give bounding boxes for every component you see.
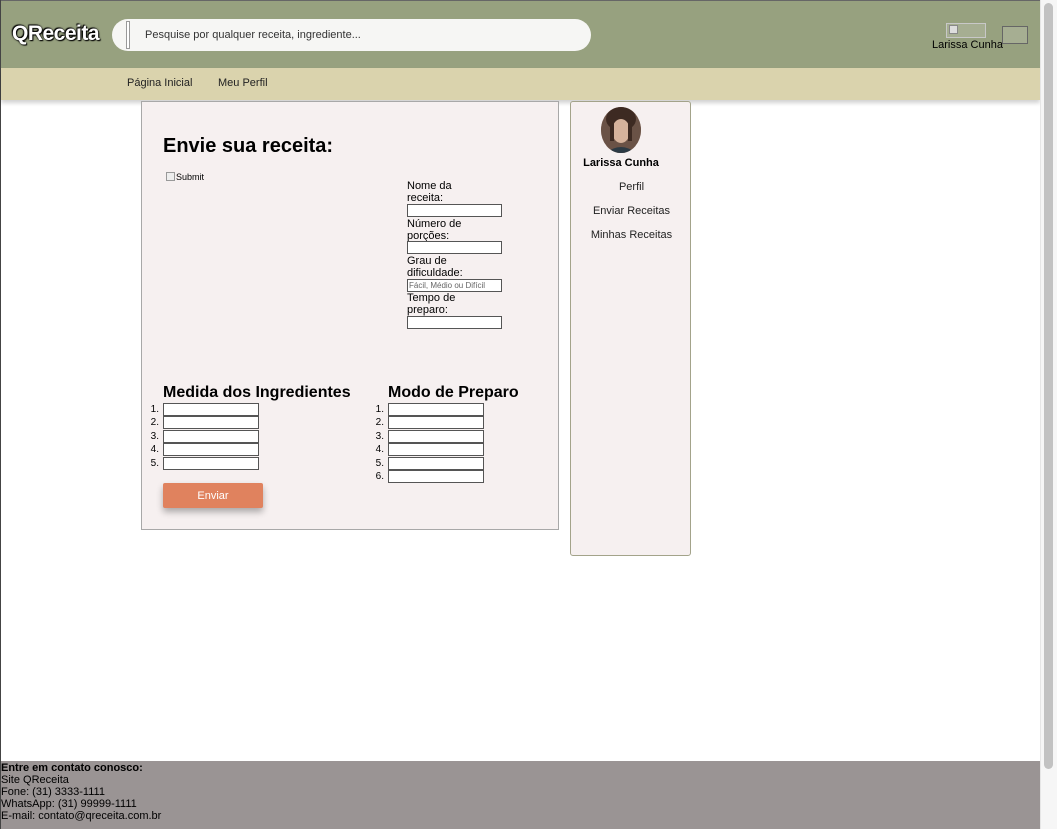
step-input[interactable]	[388, 443, 484, 456]
footer-email: E-mail: contato@qreceita.com.br	[1, 810, 162, 822]
prep-time-label: Tempo de preparo:	[407, 292, 456, 316]
list-number: 1.	[150, 404, 159, 415]
servings-input[interactable]	[407, 241, 502, 254]
footer-phone: Fone: (31) 3333-1111	[1, 786, 105, 798]
image-alt-text: Submit	[176, 172, 205, 182]
ingredient-input[interactable]	[163, 403, 259, 416]
profile-name: Larissa Cunha	[583, 157, 659, 169]
step-input[interactable]	[388, 470, 484, 483]
sidebar-link-my-recipes[interactable]: Minhas Receitas	[571, 229, 692, 241]
servings-label: Número de porções:	[407, 218, 462, 242]
profile-avatar[interactable]	[601, 107, 641, 153]
search-bar[interactable]	[112, 19, 591, 51]
broken-image-icon	[949, 25, 958, 34]
ingredient-input[interactable]	[163, 430, 259, 443]
list-number: 6.	[375, 471, 384, 482]
difficulty-label: Grau de dificuldade:	[407, 255, 463, 279]
step-input[interactable]	[388, 457, 484, 470]
site-logo[interactable]: QReceita	[12, 22, 100, 46]
footer-site: Site QReceita	[1, 774, 69, 786]
step-input[interactable]	[388, 403, 484, 416]
list-number: 3.	[150, 431, 159, 442]
ingredient-input[interactable]	[163, 443, 259, 456]
window-left-border	[0, 0, 1, 829]
list-number: 3.	[375, 431, 384, 442]
recipe-name-label: Nome da receita:	[407, 180, 452, 204]
scrollbar-thumb[interactable]	[1044, 3, 1053, 769]
list-number: 2.	[375, 417, 384, 428]
user-menu-button[interactable]	[1002, 26, 1028, 44]
form-title: Envie sua receita:	[163, 135, 334, 157]
prep-time-input[interactable]	[407, 316, 502, 329]
nav-link-profile[interactable]: Meu Perfil	[218, 77, 268, 89]
ingredient-input[interactable]	[163, 457, 259, 470]
nav-bar: Página Inicial Meu Perfil	[1, 68, 1040, 100]
profile-photo-icon	[601, 107, 641, 153]
sidebar-link-profile[interactable]: Perfil	[571, 181, 692, 193]
footer-whatsapp: WhatsApp: (31) 99999-1111	[1, 798, 137, 810]
recipe-image-upload[interactable]: Submit	[166, 172, 204, 182]
steps-title: Modo de Preparo	[388, 384, 519, 401]
recipe-form-card: Envie sua receita: Submit Nome da receit…	[141, 101, 559, 530]
submit-button[interactable]: Enviar	[163, 483, 263, 508]
profile-sidebar: Larissa Cunha Perfil Enviar Receitas Min…	[570, 101, 691, 556]
list-number: 1.	[375, 404, 384, 415]
nav-link-home[interactable]: Página Inicial	[127, 77, 192, 89]
list-number: 4.	[375, 444, 384, 455]
step-input[interactable]	[388, 416, 484, 429]
list-number: 4.	[150, 444, 159, 455]
ingredient-input[interactable]	[163, 416, 259, 429]
header-user-name[interactable]: Larissa Cunha	[932, 39, 1003, 51]
footer-heading: Entre em contato conosco:	[1, 762, 143, 774]
list-number: 2.	[150, 417, 159, 428]
difficulty-input[interactable]	[407, 279, 502, 292]
header-bar: QReceita Larissa Cunha	[1, 1, 1040, 68]
search-input[interactable]	[145, 26, 565, 44]
recipe-name-input[interactable]	[407, 204, 502, 217]
sidebar-link-send-recipes[interactable]: Enviar Receitas	[571, 205, 692, 217]
broken-image-icon	[166, 172, 175, 181]
ingredients-title: Medida dos Ingredientes	[163, 384, 351, 401]
user-avatar-image[interactable]	[946, 23, 986, 38]
search-button[interactable]	[126, 21, 130, 49]
list-number: 5.	[150, 458, 159, 469]
list-number: 5.	[375, 458, 384, 469]
footer: Entre em contato conosco: Site QReceita …	[1, 761, 1040, 829]
step-input[interactable]	[388, 430, 484, 443]
